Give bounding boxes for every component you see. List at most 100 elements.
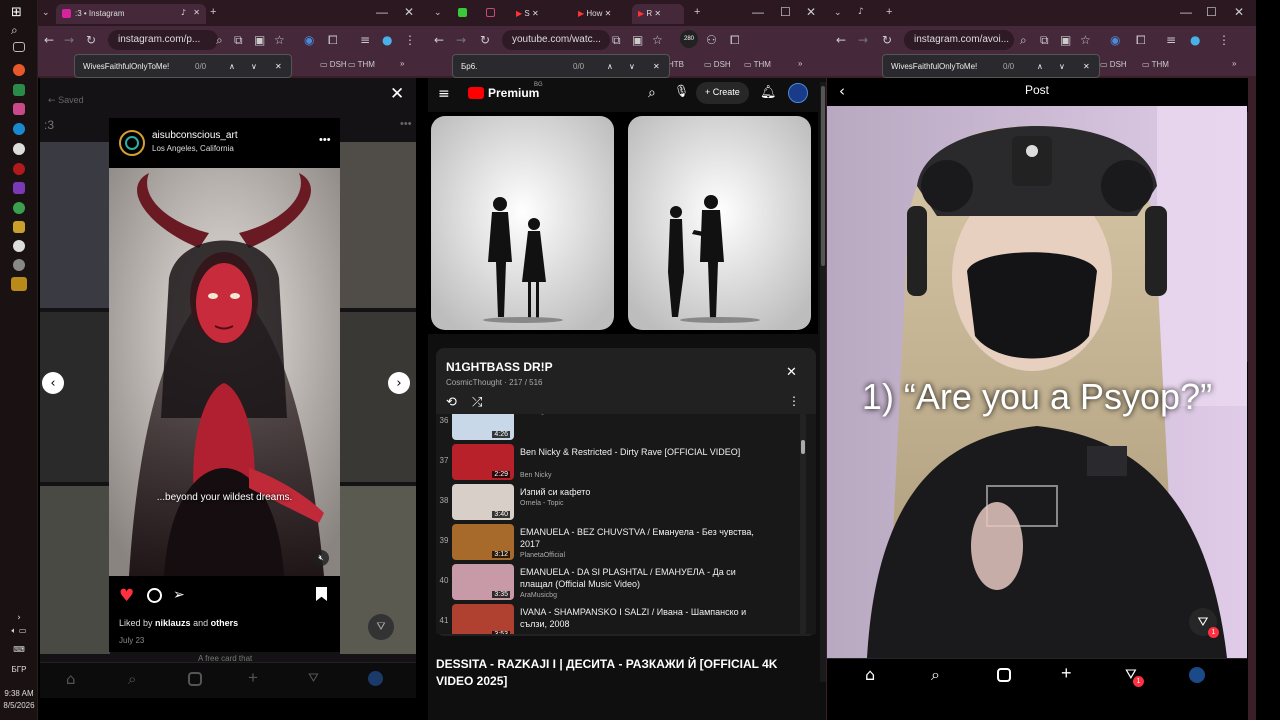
playlist-item[interactable]: 41 3:53 IVANA - SHAMPANSKO I SALZI / Ивана… [436,604,808,634]
minimize-icon[interactable]: — [1180,5,1192,19]
cast-icon[interactable]: ⧉ [1040,33,1049,48]
grid-thumbnail[interactable] [40,486,110,654]
liked-by-user[interactable]: niklauzs [155,618,191,628]
onenote-icon[interactable] [13,182,25,194]
firefox-icon[interactable] [13,64,25,76]
tab-youtube-active[interactable]: ▶ R ✕ [632,4,684,24]
opera-icon[interactable] [13,163,25,175]
bookmark-folder-dsh[interactable]: ▭ DSH [1100,60,1127,69]
bookmark-folder-dsh[interactable]: ▭ DSH [704,60,731,69]
playlist-item-channel[interactable]: PlanetaOfficial [520,552,565,559]
menu-icon[interactable]: ⋮ [1218,33,1230,47]
bookmark-folder-htb[interactable]: HTB [668,60,684,69]
bookmark-folder-thm[interactable]: ▭ THM [348,60,375,69]
playlist-item-thumbnail[interactable]: 3:35 [452,564,514,600]
playlist-scrollbar[interactable] [800,414,806,634]
bookmarks-overflow-icon[interactable]: » [400,59,404,68]
find-prev-icon[interactable]: ∧ [1037,62,1043,71]
app-icon-globe[interactable] [13,202,25,214]
youtube-logo-icon[interactable] [468,87,484,99]
avatar[interactable] [788,83,808,103]
playlist-options-icon[interactable]: ⋮ [788,394,800,408]
messages-float-icon[interactable]: ⛛ [368,614,394,640]
search-icon[interactable]: ⌕ [648,84,656,101]
playlist-item-title[interactable]: EMANUELA - DA SI PLASHTAL / ЕМАНУЕЛА - Д… [520,566,770,590]
find-input[interactable]: WivesFaithfulOnlyToMe! [891,62,977,71]
create-icon[interactable]: + [248,668,258,688]
app-icon-yellow[interactable] [13,221,25,233]
playlist-item[interactable]: 36 4:26 Semargl Band [436,414,808,444]
profile-icon[interactable]: ● [382,33,392,47]
playlist-item-title[interactable]: Изпий си кафето [520,486,770,498]
extensions-puzzle-icon[interactable]: ⧠ [730,33,740,48]
tab-search-icon[interactable]: ⌄ [434,7,442,18]
tab-pinned-icon-2[interactable] [486,8,495,17]
clock-app-icon[interactable] [13,259,25,271]
messages-icon[interactable]: ⛛ [308,670,319,686]
find-prev-icon[interactable]: ∧ [229,62,235,71]
loop-icon[interactable]: ⟲ [446,394,457,410]
address-bar[interactable]: instagram.com/p... [108,30,218,50]
avatar[interactable] [119,130,145,156]
zoom-icon[interactable]: ⌕ [1020,33,1027,48]
new-tab-icon[interactable]: + [210,6,216,18]
playlist-item-channel[interactable]: Semargl Band [520,414,564,415]
tab-search-icon[interactable]: ⌄ [834,7,842,18]
menu-hamburger-icon[interactable]: ≡ [438,85,450,102]
cast-icon[interactable]: ⧉ [234,33,243,48]
playlist-item[interactable]: 37 2:29 Ben Nicky & Restricted - Dirty Rav… [436,444,808,484]
search-icon[interactable]: ⌕ [11,23,27,39]
address-bar[interactable]: instagram.com/avoi... [904,30,1014,50]
tab-youtube-1[interactable]: ▶ S ✕ [510,4,572,24]
share-icon[interactable]: ➢ [173,586,185,603]
grid-thumbnail[interactable] [340,142,416,308]
youtube-premium-logo[interactable]: Premium [488,86,539,100]
bookmark-star-icon[interactable]: ☆ [652,33,663,47]
playlist-item-channel[interactable]: Ben Nicky [520,472,552,479]
playlist-item-thumbnail[interactable]: 3:53 [452,604,514,634]
maximize-icon[interactable]: ☐ [780,5,791,19]
microphone-icon[interactable]: 🎙︎ [674,84,689,98]
bookmark-folder-thm[interactable]: ▭ THM [744,60,771,69]
minimize-icon[interactable]: — [752,5,764,19]
close-window-icon[interactable]: ✕ [404,5,414,19]
playlist-item-channel[interactable]: AraMusicbg [520,592,557,599]
scrollbar-thumb[interactable] [801,440,805,454]
extension-badge[interactable]: 280 [680,30,698,48]
find-close-icon[interactable]: ✕ [653,62,660,71]
extension-icon[interactable]: ◉ [304,33,314,47]
playlist-item[interactable]: 38 3:40 Изпий си кафето Ornela - Topic [436,484,808,524]
grid-thumbnail[interactable] [40,312,110,482]
extensions-puzzle-icon[interactable]: ⧠ [1136,33,1146,48]
home-icon[interactable]: ⌂ [865,665,875,685]
clock-time[interactable]: 9:38 AM [0,689,38,698]
keyboard-icon[interactable]: ⌨ [0,645,38,654]
reader-icon[interactable]: ▣ [1060,33,1071,47]
chevron-up-icon[interactable]: › [0,612,38,623]
find-prev-icon[interactable]: ∧ [607,62,613,71]
close-playlist-icon[interactable]: ✕ [786,364,797,380]
reader-icon[interactable]: ▣ [632,33,643,47]
post-location[interactable]: Los Angeles, California [152,144,234,153]
playlist-item-title[interactable]: Ben Nicky & Restricted - Dirty Rave [OFF… [520,446,770,458]
bookmarks-overflow-icon[interactable]: » [1232,59,1236,68]
close-window-icon[interactable]: ✕ [1234,5,1244,19]
address-bar[interactable]: youtube.com/watc... [502,30,610,50]
reels-icon[interactable] [997,668,1011,682]
new-tab-icon[interactable]: + [886,6,892,18]
liked-by-others[interactable]: others [211,618,239,628]
tab-youtube-2[interactable]: ▶ How ✕ [572,4,632,24]
grid-thumbnail[interactable] [340,312,416,482]
tab-audio-icon[interactable]: ♪ [858,6,864,17]
extension-icon-2[interactable]: ⚇ [706,33,717,47]
playlist-item[interactable]: 40 3:35 EMANUELA - DA SI PLASHTAL / ЕМАНУЕ… [436,564,808,604]
chrome-icon[interactable] [13,143,25,155]
find-next-icon[interactable]: ∨ [251,62,257,71]
playlist-item-thumbnail[interactable]: 2:29 [452,444,514,480]
save-bookmark-icon[interactable] [316,587,327,601]
saved-label[interactable]: ← Saved [48,95,84,106]
messages-float-icon[interactable]: ⛛ 1 [1189,608,1219,638]
messages-icon[interactable]: ⛛ 1 [1125,666,1144,687]
reload-icon[interactable]: ↻ [86,33,96,47]
extension-icon[interactable]: ◉ [1110,33,1120,47]
